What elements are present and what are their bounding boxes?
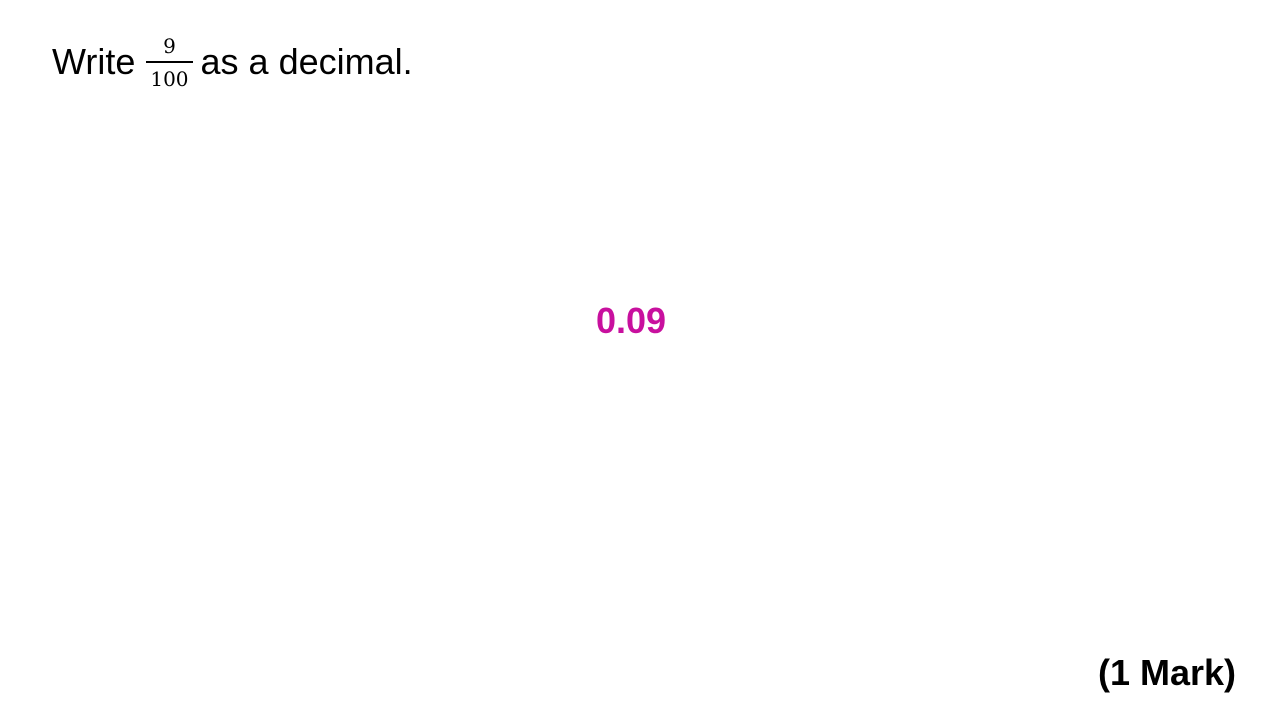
marks-label: (1 Mark) [1097, 652, 1236, 693]
fraction: 9 100 [146, 33, 193, 91]
fraction-numerator: 9 [163, 33, 176, 58]
slide: Write 9 100 as a decimal. 0.09 (1 Mark) [0, 0, 1280, 720]
answer-text: 0.09 [595, 300, 667, 341]
fraction-denominator: 100 [150, 66, 189, 91]
question-suffix: as a decimal. [200, 41, 413, 82]
question-prefix: Write [52, 41, 136, 82]
question-text: Write 9 100 as a decimal. [52, 30, 413, 94]
